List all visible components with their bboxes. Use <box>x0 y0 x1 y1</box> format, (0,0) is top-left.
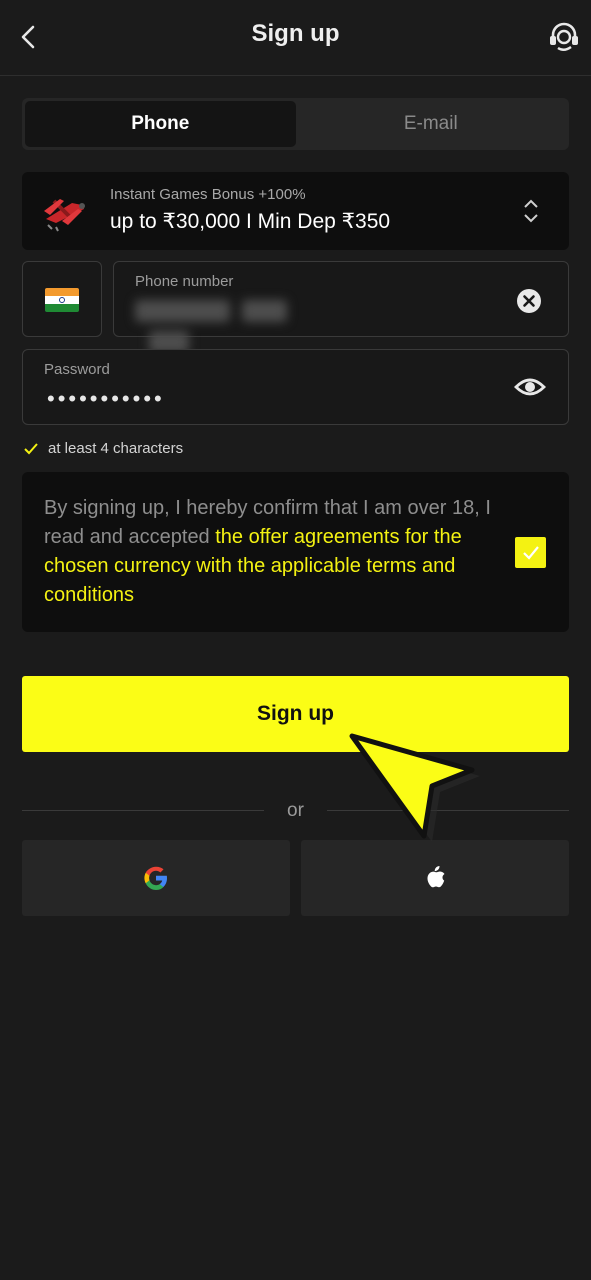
signup-method-tabs: Phone E-mail <box>22 98 569 150</box>
terms-checkbox[interactable] <box>515 537 546 568</box>
chevron-up-down-icon <box>524 199 538 223</box>
bonus-subtitle: Instant Games Bonus +100% <box>110 186 306 203</box>
or-separator: or <box>287 800 304 821</box>
password-field[interactable]: Password ••••••••••• <box>22 349 569 425</box>
headset-support-icon <box>550 22 578 51</box>
check-icon <box>24 442 38 454</box>
divider <box>22 810 264 811</box>
india-flag-icon <box>45 288 79 312</box>
google-icon <box>144 866 167 890</box>
country-code-selector[interactable] <box>22 261 102 337</box>
eye-icon <box>514 378 546 396</box>
signup-page: Sign up Phone E-mail Instant Games Bonus… <box>0 0 591 1280</box>
password-value: ••••••••••• <box>47 386 165 411</box>
consent-text: By signing up, I hereby confirm that I a… <box>44 494 504 610</box>
support-button[interactable] <box>547 20 581 54</box>
page-title: Sign up <box>251 20 340 47</box>
password-hint: at least 4 characters <box>24 440 183 457</box>
phone-number-value-blurred <box>135 296 345 353</box>
terms-consent-box: By signing up, I hereby confirm that I a… <box>22 472 569 632</box>
bonus-selector[interactable]: Instant Games Bonus +100% up to ₹30,000 … <box>22 172 569 250</box>
biplane-icon <box>44 199 85 232</box>
top-bar: Sign up <box>0 0 591 76</box>
tab-email[interactable]: E-mail <box>296 101 567 147</box>
password-hint-text: at least 4 characters <box>48 440 184 457</box>
apple-signin-button[interactable] <box>301 840 569 916</box>
google-signin-button[interactable] <box>22 840 290 916</box>
clear-icon <box>517 289 541 313</box>
checkmark-icon <box>523 546 539 560</box>
tab-phone[interactable]: Phone <box>25 101 296 147</box>
clear-phone-button[interactable] <box>516 288 542 314</box>
phone-number-label: Phone number <box>135 273 234 290</box>
phone-number-field[interactable]: Phone number <box>113 261 569 353</box>
toggle-password-visibility-button[interactable] <box>514 372 546 402</box>
apple-icon <box>427 866 445 888</box>
bonus-details: up to ₹30,000 I Min Dep ₹350 <box>110 210 391 233</box>
password-label: Password <box>44 361 110 378</box>
sign-up-button[interactable]: Sign up <box>22 676 569 752</box>
divider <box>327 810 569 811</box>
